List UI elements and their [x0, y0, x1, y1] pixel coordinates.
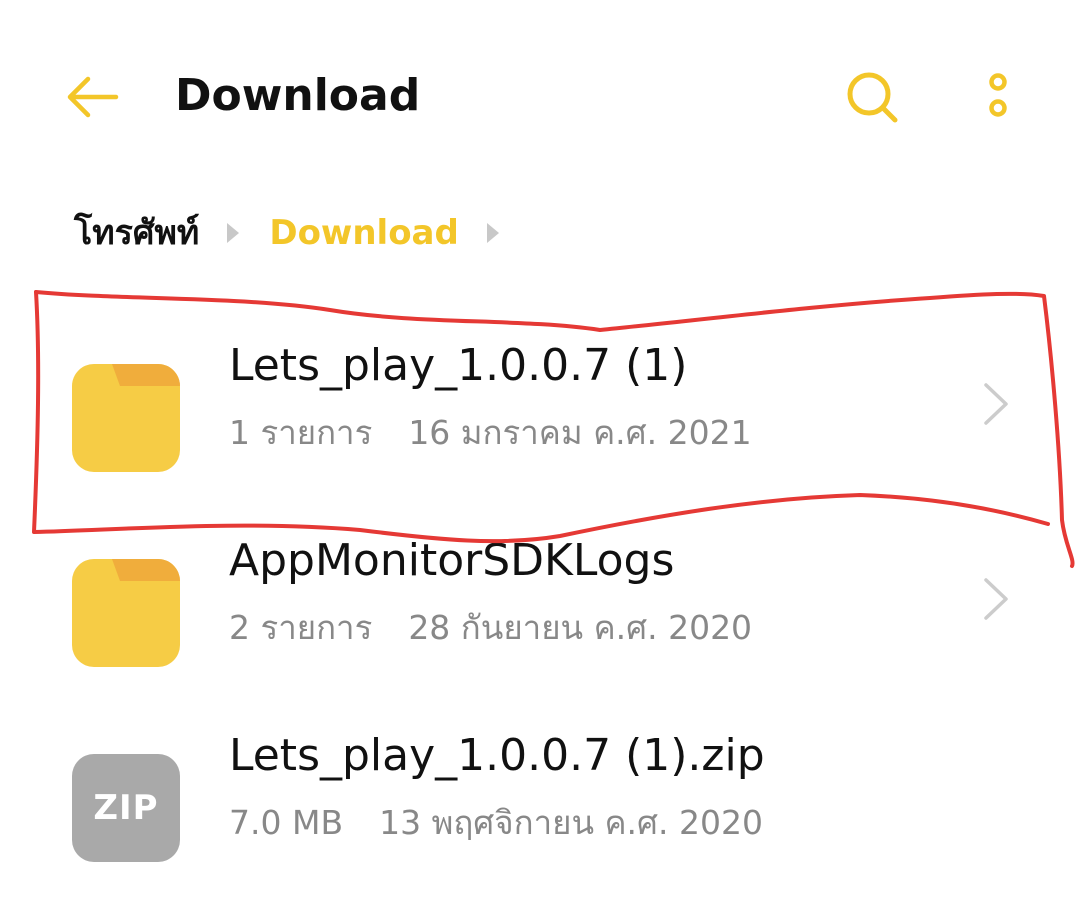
page-title: Download: [175, 70, 421, 121]
folder-icon: [72, 559, 180, 667]
item-name: AppMonitorSDKLogs: [229, 535, 675, 586]
file-manager-screen: Download โทรศัพท์ Download Lets_play_1.0…: [0, 0, 1080, 917]
item-date: 28 กันยายน ค.ศ. 2020: [408, 608, 753, 647]
breadcrumb-root[interactable]: โทรศัพท์: [74, 208, 199, 258]
item-date: 13 พฤศจิกายน ค.ศ. 2020: [379, 803, 763, 842]
zip-file-icon: ZIP: [72, 754, 180, 862]
item-meta: 1 รายการ 16 มกราคม ค.ศ. 2021: [229, 408, 752, 458]
search-button[interactable]: [842, 68, 902, 128]
item-size: 7.0 MB: [229, 803, 344, 842]
folder-icon: [72, 364, 180, 472]
chevron-right-icon: [984, 383, 1008, 425]
back-button[interactable]: [60, 70, 124, 124]
list-item-folder-appmonitor[interactable]: AppMonitorSDKLogs 2 รายการ 28 กันยายน ค.…: [0, 535, 1080, 749]
item-meta: 2 รายการ 28 กันยายน ค.ศ. 2020: [229, 603, 752, 653]
search-icon: [847, 72, 898, 123]
breadcrumb-separator-icon: [227, 223, 240, 243]
more-options-button[interactable]: [978, 70, 1018, 124]
chevron-right-icon: [984, 578, 1008, 620]
arrow-left-icon: [67, 76, 119, 118]
item-name: Lets_play_1.0.0.7 (1).zip: [229, 730, 765, 781]
item-count: 2 รายการ: [229, 608, 373, 647]
item-count: 1 รายการ: [229, 413, 373, 452]
more-vertical-icon: [989, 73, 1007, 117]
item-date: 16 มกราคม ค.ศ. 2021: [408, 413, 752, 452]
item-name: Lets_play_1.0.0.7 (1): [229, 340, 688, 391]
breadcrumb-current[interactable]: Download: [269, 208, 459, 258]
breadcrumb: โทรศัพท์ Download: [74, 208, 529, 258]
item-meta: 7.0 MB 13 พฤศจิกายน ค.ศ. 2020: [229, 798, 763, 848]
list-item-zip-file[interactable]: ZIP Lets_play_1.0.0.7 (1).zip 7.0 MB 13 …: [0, 730, 1080, 917]
breadcrumb-separator-icon: [486, 223, 499, 243]
list-item-folder-lets-play[interactable]: Lets_play_1.0.0.7 (1) 1 รายการ 16 มกราคม…: [0, 340, 1080, 554]
